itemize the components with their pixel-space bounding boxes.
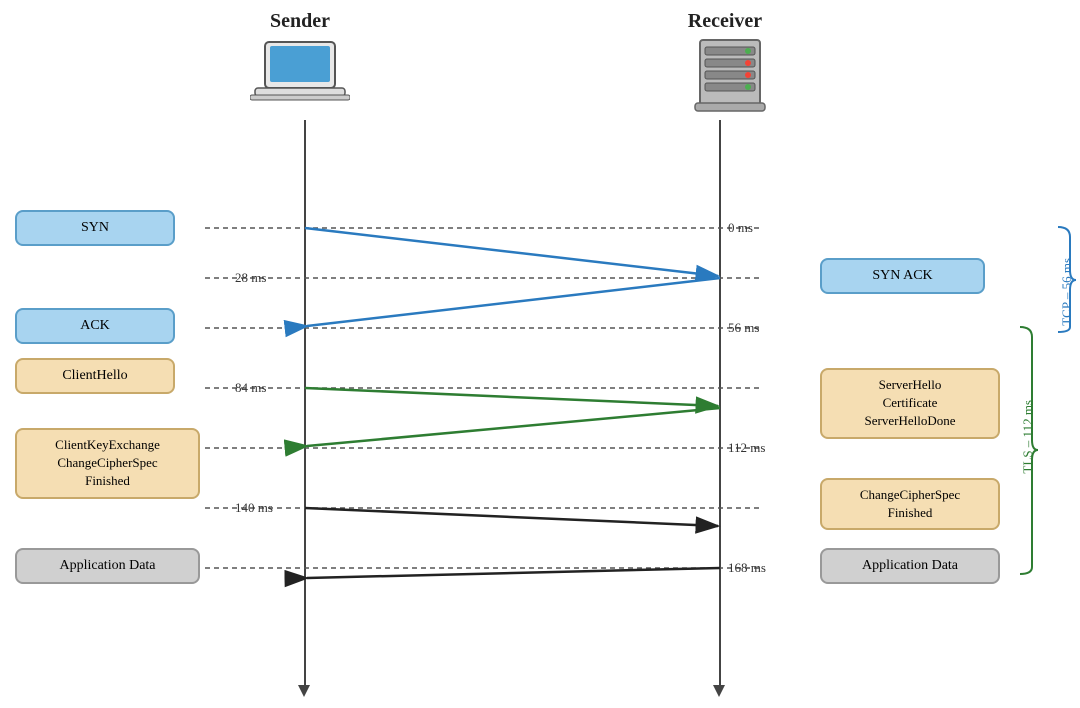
tcp-brace-label: TCP – 56 ms [1059,258,1075,326]
serverhello-box: ServerHelloCertificateServerHelloDone [820,368,1000,439]
time-112ms: 112 ms [728,440,765,456]
sender-arrow-bottom [298,685,310,697]
synack-label: SYN ACK [872,268,932,283]
ack-box: ACK [15,308,175,344]
syn-box: SYN [15,210,175,246]
tls-brace-label: TLS – 112 ms [1020,400,1036,474]
appdata-right-label: Application Data [862,558,958,573]
time-0ms: 0 ms [728,220,753,236]
dotted-lines [0,0,1080,708]
syn-arrow [305,228,718,276]
receiver-vline [719,120,721,690]
time-84ms: 84 ms [235,380,266,396]
clienthello-arrow [305,388,718,406]
diagram: Sender Receiver [0,0,1080,708]
synack-arrow [307,278,720,326]
serverhello-label: ServerHelloCertificateServerHelloDone [865,377,956,428]
receiver-arrow-bottom [713,685,725,697]
time-168ms: 168 ms [728,560,766,576]
sender-label: Sender [240,10,360,33]
serverhello-arrow [307,408,720,446]
ack-label: ACK [80,318,110,333]
receiver-icon [660,35,800,120]
time-140ms: 140 ms [235,500,273,516]
appdata-left-box: Application Data [15,548,200,584]
syn-label: SYN [81,220,109,235]
sender-icon [230,40,370,115]
clienthello-box: ClientHello [15,358,175,394]
clientkeyexchange-label: ClientKeyExchangeChangeCipherSpecFinishe… [55,437,160,488]
appdata-right-box: Application Data [820,548,1000,584]
changecipherspec-box: ChangeCipherSpecFinished [820,478,1000,530]
changecipherspec-label: ChangeCipherSpecFinished [860,487,960,520]
clienthello-label: ClientHello [62,368,127,383]
sender-vline [304,120,306,690]
appdata-arrow [307,568,720,578]
time-56ms: 56 ms [728,320,759,336]
arrows-svg [0,0,1080,708]
synack-box: SYN ACK [820,258,985,294]
appdata-left-label: Application Data [59,558,155,573]
clientkeyexchange-box: ClientKeyExchangeChangeCipherSpecFinishe… [15,428,200,499]
clientkey-arrow [305,508,718,526]
receiver-label: Receiver [660,10,790,33]
time-28ms: 28 ms [235,270,266,286]
